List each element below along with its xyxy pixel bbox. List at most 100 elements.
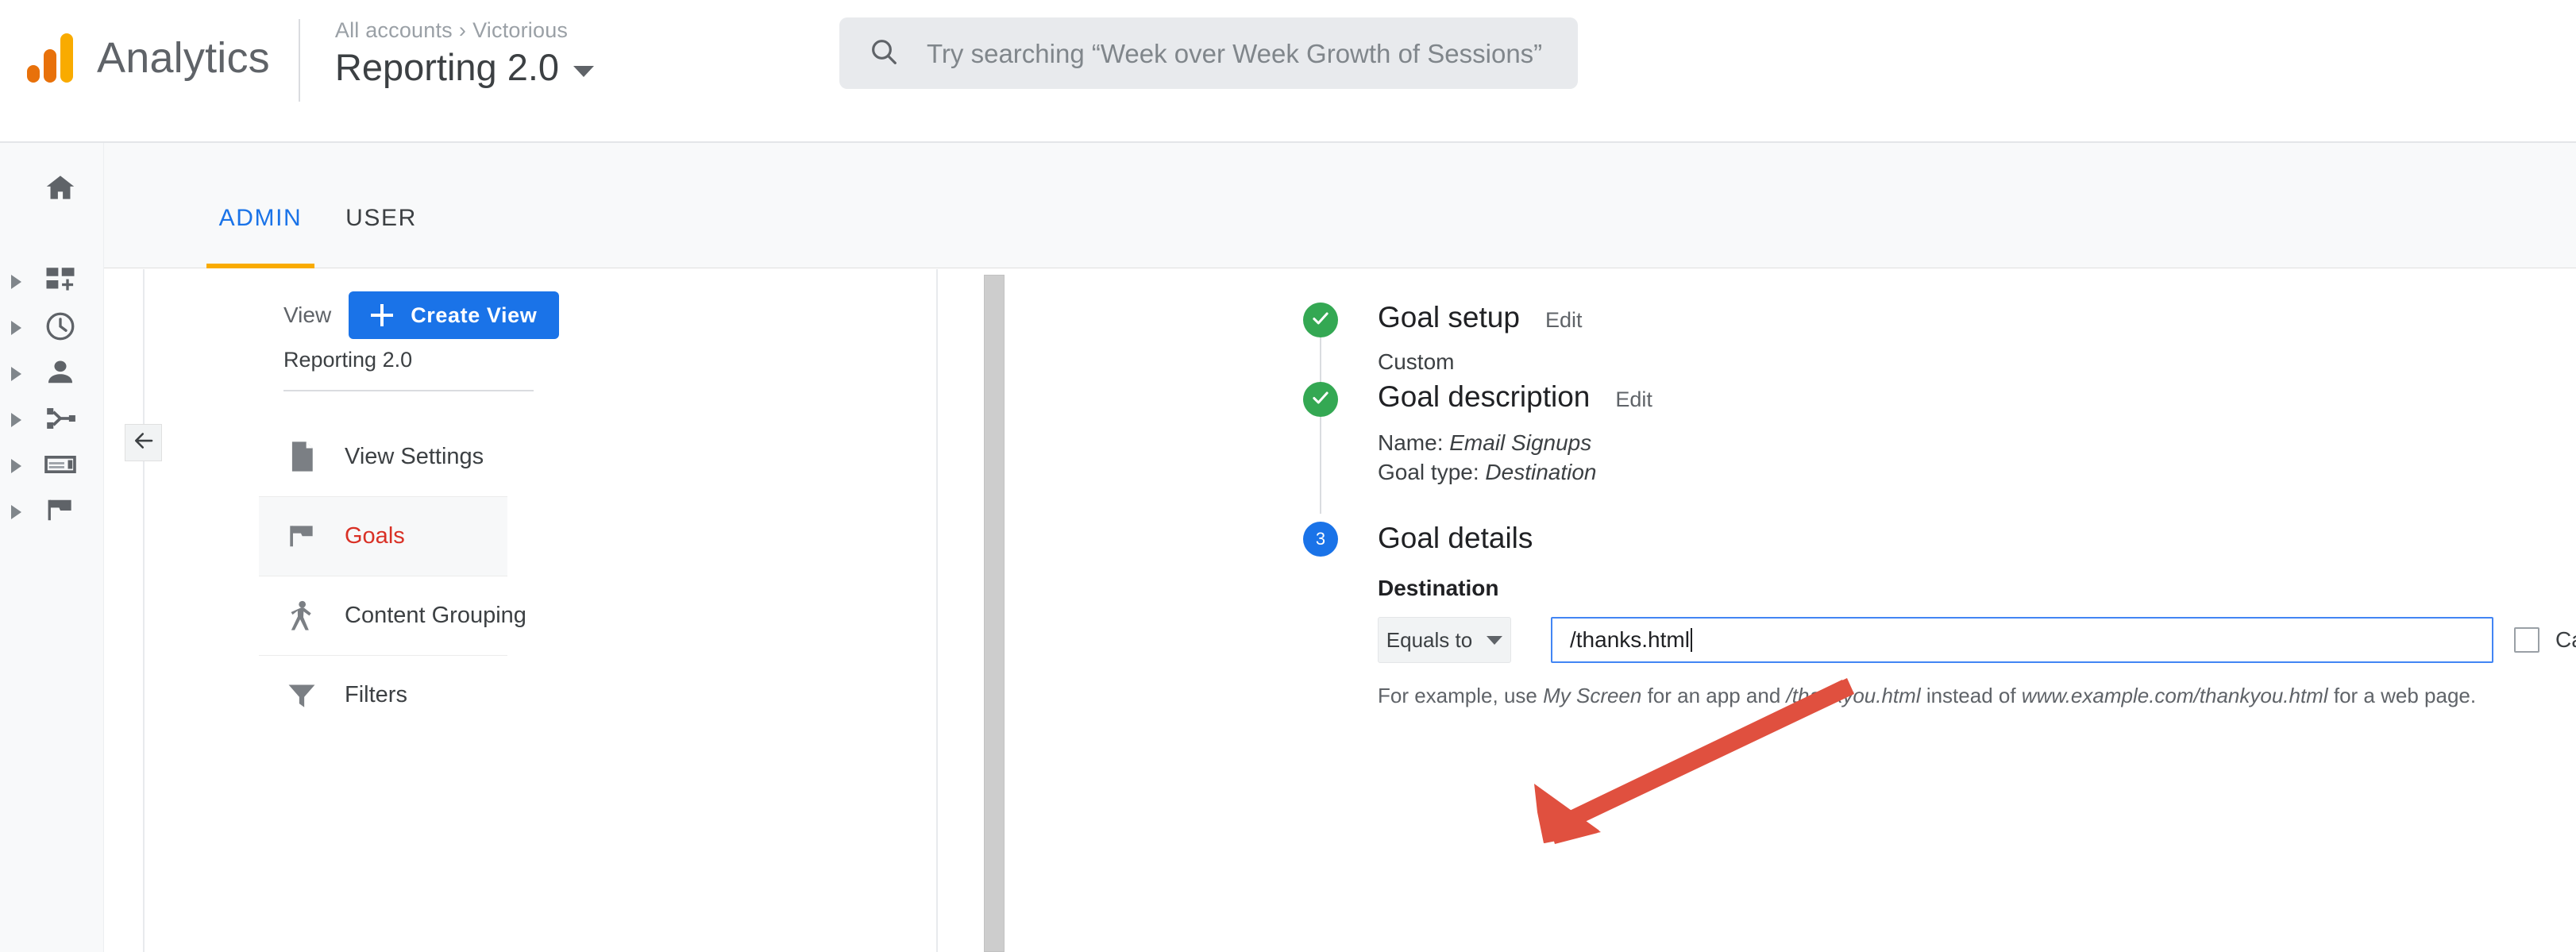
destination-section-label: Destination (1378, 576, 1499, 600)
left-nav-rail (0, 143, 104, 952)
case-sensitive-label: Case sensitive (2555, 627, 2576, 652)
triangle-right-icon[interactable] (11, 367, 21, 381)
helper-em-2: /thankyou.html (1786, 684, 1921, 707)
chevron-down-icon (1487, 635, 1503, 645)
edit-goal-description-link[interactable]: Edit (1615, 387, 1652, 412)
document-icon (283, 440, 320, 473)
nav-item-label: View Settings (345, 443, 484, 469)
text-cursor (1690, 628, 1692, 652)
chevron-down-icon[interactable] (573, 66, 595, 78)
admin-body: View Create View Reporting 2.0 View Sett… (104, 269, 2576, 952)
current-view-name: Reporting 2.0 (283, 348, 413, 372)
view-selector[interactable]: Reporting 2.0 (334, 46, 595, 89)
sidebar-item-home[interactable] (0, 166, 104, 212)
page-title: Goal setup (1378, 301, 1520, 333)
header-divider (298, 19, 300, 102)
step-connector (1320, 417, 1321, 514)
sidebar-item-behavior[interactable] (0, 443, 104, 489)
breadcrumb-separator: › (458, 18, 467, 42)
goal-setup-summary: Custom (1378, 349, 1455, 374)
create-view-button[interactable]: Create View (349, 291, 560, 339)
triangle-right-icon[interactable] (11, 275, 21, 289)
share-nodes-icon (44, 402, 77, 439)
step-number: 3 (1315, 529, 1326, 549)
collapse-column (104, 269, 162, 952)
triangle-right-icon[interactable] (11, 459, 21, 473)
view-nav-panel: View Create View Reporting 2.0 View Sett… (180, 269, 1005, 952)
destination-input[interactable]: /thanks.html (1551, 617, 2493, 663)
goal-name-row: Name: Email Signups (1378, 428, 2576, 457)
clock-icon (44, 310, 77, 347)
funnel-icon (283, 679, 320, 712)
goal-name-value: Email Signups (1449, 430, 1592, 455)
sidebar-item-conversions[interactable] (0, 489, 104, 535)
match-type-select[interactable]: Equals to (1378, 617, 1511, 663)
tab-user[interactable]: USER (340, 143, 422, 268)
helper-part-2: for an app and (1641, 684, 1787, 707)
tab-admin[interactable]: ADMIN (206, 143, 314, 268)
view-label: View (283, 303, 332, 327)
goal-details-header: Goal details (1378, 522, 2576, 555)
breadcrumb-account[interactable]: All accounts (335, 18, 453, 42)
search-input[interactable]: Try searching “Week over Week Growth of … (927, 40, 1542, 67)
goal-step-description: Goal description Edit Name: Email Signup… (1303, 380, 2576, 522)
status-badge-complete (1303, 303, 1338, 337)
triangle-right-icon[interactable] (11, 505, 21, 519)
nav-item-filters[interactable]: Filters (259, 655, 507, 734)
goal-name-prefix: Name: (1378, 430, 1450, 455)
nav-item-label: Goals (345, 523, 405, 549)
sidebar-item-audience[interactable] (0, 351, 104, 397)
collapse-column-divider (143, 269, 145, 952)
case-sensitive-toggle[interactable]: Case sensitive (2514, 627, 2576, 653)
admin-tabbar: ADMIN USER (104, 143, 2576, 268)
triangle-right-icon[interactable] (11, 413, 21, 427)
nav-item-view-settings[interactable]: View Settings (259, 417, 507, 496)
breadcrumb-property[interactable]: Victorious (472, 18, 568, 42)
sidebar-item-customization[interactable] (0, 259, 104, 305)
destination-row: Equals to /thanks.html Case sensitive (1378, 617, 2576, 663)
brand: Analytics (27, 33, 270, 83)
view-title: Reporting 2.0 (334, 46, 560, 89)
flag-icon (44, 494, 77, 531)
nav-item-label: Content Grouping (345, 603, 526, 628)
nav-item-label: Filters (345, 682, 407, 707)
search-icon (868, 36, 900, 71)
edit-goal-setup-link[interactable]: Edit (1545, 308, 1583, 333)
goal-type-value: Destination (1485, 460, 1597, 485)
helper-part-3: instead of (1920, 684, 2022, 707)
dashboard-add-icon (44, 264, 77, 301)
sidebar-item-acquisition[interactable] (0, 397, 104, 443)
goal-details-title: Goal details (1378, 522, 1533, 554)
status-badge-active: 3 (1303, 522, 1338, 557)
brand-name: Analytics (97, 34, 270, 82)
view-header: View Create View (180, 287, 923, 343)
triangle-right-icon[interactable] (11, 321, 21, 335)
collapse-panel-button[interactable] (125, 424, 162, 461)
sidebar-item-realtime[interactable] (0, 305, 104, 351)
checkbox-icon[interactable] (2514, 627, 2539, 653)
view-header-divider (283, 390, 534, 391)
goal-setup-header: Goal setup Edit (1378, 269, 2576, 334)
helper-part-4: for a web page. (2327, 684, 2477, 707)
destination-helper-text: For example, use My Screen for an app an… (1378, 684, 2576, 708)
goal-editor: Goal setup Edit Custom Goal description (946, 269, 2576, 952)
goal-type-row: Goal type: Destination (1378, 457, 2576, 487)
breadcrumb[interactable]: All accounts › Victorious (335, 17, 594, 43)
arrow-left-icon (132, 429, 156, 457)
destination-input-value: /thanks.html (1570, 627, 1690, 652)
create-view-button-label: Create View (411, 303, 538, 327)
nav-item-goals[interactable]: Goals (259, 496, 507, 576)
goal-steps: Goal setup Edit Custom Goal description (1303, 269, 2576, 708)
nav-item-content-grouping[interactable]: Content Grouping (259, 576, 526, 655)
person-icon (44, 356, 77, 393)
goal-description-title: Goal description (1378, 380, 1591, 413)
app-header: Analytics All accounts › Victorious Report… (0, 0, 2576, 143)
home-icon (43, 170, 78, 209)
helper-part-1: For example, use (1378, 684, 1544, 707)
goal-description-header: Goal description Edit (1378, 380, 2576, 414)
status-badge-complete (1303, 382, 1338, 417)
search-bar[interactable]: Try searching “Week over Week Growth of … (839, 17, 1578, 89)
helper-em-1: My Screen (1543, 684, 1642, 707)
check-icon (1310, 308, 1331, 333)
goal-step-setup: Goal setup Edit Custom (1303, 269, 2576, 415)
